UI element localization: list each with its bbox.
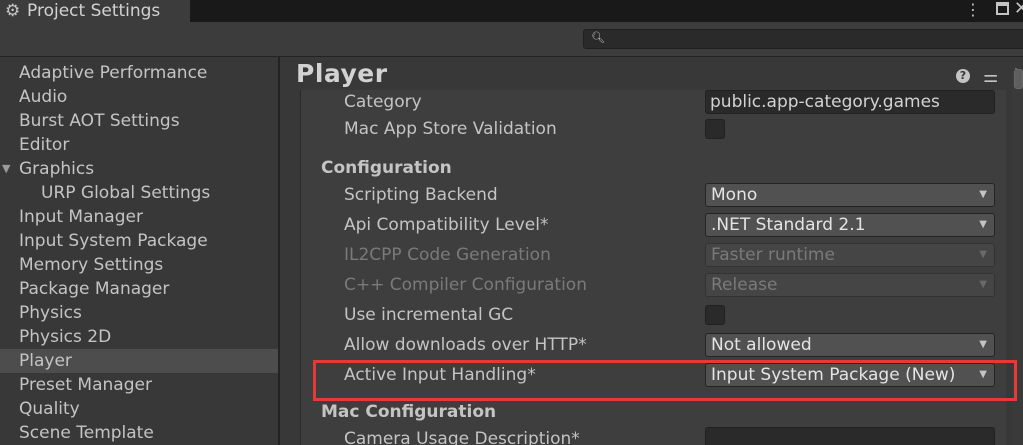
cpp-compiler-label: C++ Compiler Configuration <box>344 275 587 295</box>
search-input[interactable]: 🔍︎ <box>583 29 1023 49</box>
sidebar-item-scene-template[interactable]: Scene Template <box>0 421 278 445</box>
active-input-handling-dropdown[interactable]: Input System Package (New) ▼ <box>705 363 995 387</box>
chevron-down-icon: ▼ <box>979 189 987 200</box>
cpp-compiler-dropdown: Release ▼ <box>705 273 995 297</box>
sidebar-item-memory-settings[interactable]: Memory Settings <box>0 253 278 277</box>
sidebar-item-input-manager[interactable]: Input Manager <box>0 205 278 229</box>
category-field[interactable]: public.app-category.games <box>705 90 995 114</box>
chevron-down-icon: ▼ <box>979 279 987 290</box>
sidebar-item-physics[interactable]: Physics <box>0 301 278 325</box>
api-compatibility-dropdown[interactable]: .NET Standard 2.1 ▼ <box>705 213 995 237</box>
il2cpp-codegen-row: IL2CPP Code Generation Faster runtime ▼ <box>301 240 1006 270</box>
sidebar-item-physics-2d[interactable]: Physics 2D <box>0 325 278 349</box>
help-icon[interactable]: ? <box>956 69 970 83</box>
chevron-down-icon: ▼ <box>979 249 987 260</box>
window-title: Project Settings <box>27 1 161 21</box>
incremental-gc-label: Use incremental GC <box>344 305 514 325</box>
close-icon[interactable]: ✕ <box>1014 0 1023 19</box>
active-input-handling-label: Active Input Handling* <box>344 365 536 385</box>
il2cpp-codegen-dropdown: Faster runtime ▼ <box>705 243 995 267</box>
sidebar-item-adaptive-performance[interactable]: Adaptive Performance <box>0 61 278 85</box>
sidebar-item-preset-manager[interactable]: Preset Manager <box>0 373 278 397</box>
active-input-handling-row: Active Input Handling* Input System Pack… <box>301 360 1006 390</box>
mac-configuration-header: Mac Configuration <box>321 402 497 422</box>
search-bar: 🔍︎ <box>0 22 1023 57</box>
api-compatibility-row: Api Compatibility Level* .NET Standard 2… <box>301 210 1006 240</box>
title-bar: ⚙ Project Settings ⋮ ✕ <box>0 0 1023 22</box>
expand-arrow-icon[interactable]: ▼ <box>2 157 10 181</box>
scrollbar[interactable] <box>1012 69 1023 445</box>
sidebar-item-player[interactable]: Player <box>0 349 278 373</box>
scripting-backend-dropdown[interactable]: Mono ▼ <box>705 183 995 207</box>
category-row: Category public.app-category.games <box>301 90 1006 117</box>
sidebar-item-quality[interactable]: Quality <box>0 397 278 421</box>
sidebar-item-editor[interactable]: Editor <box>0 133 278 157</box>
settings-panel: Category public.app-category.games Mac A… <box>300 90 1006 445</box>
mac-app-store-validation-row: Mac App Store Validation <box>301 114 1006 144</box>
project-settings-tab[interactable]: ⚙ Project Settings <box>0 0 190 22</box>
sidebar-item-input-system-package[interactable]: Input System Package <box>0 229 278 253</box>
sliders-icon[interactable]: ⚌ <box>983 67 998 87</box>
search-icon: 🔍︎ <box>591 31 605 44</box>
gear-icon: ⚙ <box>5 1 21 21</box>
incremental-gc-checkbox[interactable] <box>705 305 725 325</box>
allow-http-dropdown[interactable]: Not allowed ▼ <box>705 333 995 357</box>
camera-usage-label: Camera Usage Description* <box>344 429 580 445</box>
settings-sidebar: Adaptive Performance Audio Burst AOT Set… <box>0 57 280 445</box>
cpp-compiler-row: C++ Compiler Configuration Release ▼ <box>301 270 1006 300</box>
incremental-gc-row: Use incremental GC <box>301 300 1006 330</box>
sidebar-item-urp-global-settings[interactable]: URP Global Settings <box>0 181 278 205</box>
sidebar-item-graphics[interactable]: ▼ Graphics <box>0 157 278 181</box>
scripting-backend-label: Scripting Backend <box>344 185 498 205</box>
sidebar-item-burst-aot-settings[interactable]: Burst AOT Settings <box>0 109 278 133</box>
api-compatibility-label: Api Compatibility Level* <box>344 215 549 235</box>
chevron-down-icon: ▼ <box>979 339 987 350</box>
allow-http-label: Allow downloads over HTTP* <box>344 335 587 355</box>
player-settings-pane: Player ? ⚌ ⋮ Category public.app-categor… <box>280 57 1023 445</box>
category-label: Category <box>344 92 422 112</box>
chevron-down-icon: ▼ <box>979 219 987 230</box>
mac-app-store-validation-label: Mac App Store Validation <box>344 119 557 139</box>
camera-usage-field[interactable] <box>705 427 995 445</box>
allow-http-row: Allow downloads over HTTP* Not allowed ▼ <box>301 330 1006 360</box>
chevron-down-icon: ▼ <box>979 369 987 380</box>
il2cpp-codegen-label: IL2CPP Code Generation <box>344 245 551 265</box>
maximize-icon[interactable] <box>996 2 1009 15</box>
sidebar-item-audio[interactable]: Audio <box>0 85 278 109</box>
mac-app-store-validation-checkbox[interactable] <box>705 119 725 139</box>
configuration-header: Configuration <box>321 158 452 178</box>
scripting-backend-row: Scripting Backend Mono ▼ <box>301 180 1006 210</box>
camera-usage-row: Camera Usage Description* <box>301 424 1006 445</box>
scrollbar-thumb[interactable] <box>1014 69 1023 89</box>
kebab-menu-icon[interactable]: ⋮ <box>965 0 981 20</box>
sidebar-item-package-manager[interactable]: Package Manager <box>0 277 278 301</box>
page-title: Player <box>296 59 388 88</box>
